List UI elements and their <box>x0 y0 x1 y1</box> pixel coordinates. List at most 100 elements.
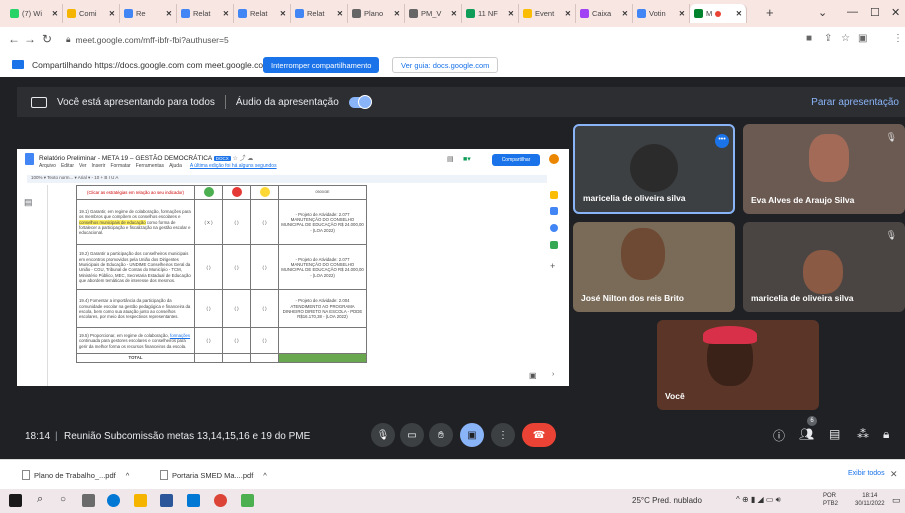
doc-menu-item[interactable]: Ver <box>79 163 87 169</box>
leave-call-button[interactable]: ☎︎ <box>522 423 556 447</box>
keep-icon[interactable] <box>550 191 558 199</box>
collapse-panel-icon[interactable]: › <box>552 371 554 378</box>
activities-icon[interactable]: ⁂ <box>857 427 869 441</box>
last-edit-link[interactable]: A última edição foi há alguns segundos <box>190 163 277 169</box>
add-addon-icon[interactable]: + <box>550 261 555 271</box>
reload-icon[interactable]: ↻ <box>42 32 52 46</box>
share-page-icon[interactable]: ⇪ <box>824 33 832 44</box>
download-item[interactable]: Portaria SMED Ma....pdf ^ <box>160 468 267 482</box>
close-tab-icon[interactable]: ✕ <box>736 9 742 18</box>
start-icon[interactable] <box>9 494 22 507</box>
url-field[interactable]: 🔒︎ meet.google.com/mff-ibfr-fbi?authuser… <box>66 31 229 48</box>
chat-icon[interactable]: ▤ <box>829 427 840 441</box>
doc-toolbar[interactable]: 100% ▾ Texto norm... ▾ Arial ▾ - 10 + B … <box>27 175 547 183</box>
task-view-icon[interactable]: ○ <box>60 494 66 505</box>
raise-hand-button[interactable]: ✋︎ <box>429 423 453 447</box>
maximize-button[interactable]: ☐ <box>870 6 880 19</box>
explore-icon[interactable]: ▣ <box>529 371 537 380</box>
mark-cell[interactable]: ( ) <box>222 327 251 355</box>
notifications-icon[interactable]: ▭ <box>892 495 901 506</box>
microphone-button[interactable]: 🎙︎ <box>371 423 395 447</box>
present-button[interactable]: ▣ <box>460 423 484 447</box>
back-icon[interactable]: ← <box>8 32 20 46</box>
mark-cell[interactable]: ( ) <box>250 199 279 246</box>
language-indicator[interactable]: POR PTB2 <box>823 492 838 508</box>
browser-tab[interactable]: Re ✕ <box>120 4 177 23</box>
mark-cell[interactable]: ( ) <box>250 289 279 329</box>
comments-icon[interactable]: ▤ <box>447 155 454 163</box>
close-tab-icon[interactable]: ✕ <box>223 9 229 18</box>
more-options-button[interactable]: ⋮ <box>491 423 515 447</box>
view-tab-button[interactable]: Ver guia: docs.google.com <box>392 57 499 73</box>
more-options-icon[interactable]: ••• <box>715 134 729 148</box>
mark-cell[interactable]: ( ) <box>250 244 279 291</box>
browser-tab[interactable]: Relat ✕ <box>177 4 234 23</box>
mark-cell[interactable]: ( ) <box>222 244 251 291</box>
system-tray-icons[interactable]: ^ ⊕ ▮ ◢ ▭ 🔊︎ <box>736 495 781 505</box>
participant-tile[interactable]: 🎙︎ Eva Alves de Araujo Silva <box>743 124 905 214</box>
link-text[interactable]: formações <box>170 333 190 338</box>
doc-menu-item[interactable]: Ajuda <box>169 163 182 169</box>
browser-tab[interactable]: Relat ✕ <box>234 4 291 23</box>
edge-icon[interactable] <box>107 494 120 507</box>
maps-icon[interactable] <box>550 241 558 249</box>
participant-tile[interactable]: José Nilton dos reis Brito <box>573 222 735 312</box>
forward-icon[interactable]: → <box>24 32 36 46</box>
mark-cell[interactable]: ( ) <box>222 199 251 246</box>
stop-presenting-button[interactable]: Parar apresentação <box>811 97 899 108</box>
tab-search-icon[interactable]: ⌄ <box>818 6 827 19</box>
new-tab-button[interactable]: + <box>766 5 774 20</box>
minimize-button[interactable]: — <box>847 6 858 18</box>
download-item[interactable]: Plano de Trabalho_...pdf ^ <box>22 468 129 482</box>
chrome-icon[interactable] <box>214 494 227 507</box>
show-all-downloads-link[interactable]: Exibir todos <box>848 470 885 477</box>
widgets-icon[interactable] <box>82 494 95 507</box>
browser-tab[interactable]: M ✕ <box>690 4 747 23</box>
mark-cell[interactable]: ( ) <box>194 327 223 355</box>
close-tab-icon[interactable]: ✕ <box>394 9 400 18</box>
close-downloads-icon[interactable]: ✕ <box>890 469 898 480</box>
camera-button[interactable]: ▭ <box>400 423 424 447</box>
menu-dots-icon[interactable]: ⋮ <box>893 33 903 44</box>
chevron-up-icon[interactable]: ^ <box>263 471 267 480</box>
app-icon[interactable] <box>241 494 254 507</box>
mark-cell[interactable]: ( ) <box>222 289 251 329</box>
self-view-tile[interactable]: Você <box>657 320 819 410</box>
mark-cell[interactable]: ( ) <box>194 289 223 329</box>
mail-icon[interactable] <box>187 494 200 507</box>
side-panel-icon[interactable]: ▣ <box>858 33 867 44</box>
doc-menu-item[interactable]: Formatar <box>110 163 130 169</box>
mark-cell[interactable]: ( ) <box>250 327 279 355</box>
store-icon[interactable] <box>160 494 173 507</box>
doc-share-button[interactable]: Compartilhar <box>492 154 540 166</box>
chevron-up-icon[interactable]: ^ <box>126 471 130 480</box>
star-icon[interactable]: ☆ ⤴ ☁ <box>233 156 254 162</box>
doc-menu-item[interactable]: Ferramentas <box>136 163 164 169</box>
close-tab-icon[interactable]: ✕ <box>52 9 58 18</box>
mark-cell[interactable]: ( ) <box>194 244 223 291</box>
participant-tile[interactable]: 🎙︎ maricelia de oliveira silva <box>743 222 905 312</box>
file-explorer-icon[interactable] <box>134 494 147 507</box>
presentation-audio-toggle[interactable] <box>348 94 372 109</box>
close-tab-icon[interactable]: ✕ <box>280 9 286 18</box>
meeting-details-icon[interactable]: ⓘ <box>773 427 785 444</box>
doc-user-avatar[interactable] <box>549 154 559 164</box>
browser-tab[interactable]: Plano ✕ <box>348 4 405 23</box>
people-icon[interactable]: 👥︎ <box>799 427 814 441</box>
weather-widget[interactable]: 25°C Pred. nublado <box>632 496 702 505</box>
browser-tab[interactable]: Votin ✕ <box>633 4 690 23</box>
browser-tab[interactable]: PM_V ✕ <box>405 4 462 23</box>
browser-tab[interactable]: Event ✕ <box>519 4 576 23</box>
close-tab-icon[interactable]: ✕ <box>109 9 115 18</box>
contacts-icon[interactable] <box>550 224 558 232</box>
close-tab-icon[interactable]: ✕ <box>622 9 628 18</box>
doc-outline-icon[interactable]: ▤ <box>24 197 33 208</box>
close-tab-icon[interactable]: ✕ <box>337 9 343 18</box>
camera-indicator-icon[interactable]: ■ <box>806 33 812 44</box>
close-tab-icon[interactable]: ✕ <box>166 9 172 18</box>
browser-tab[interactable]: (7) Wi ✕ <box>6 4 63 23</box>
system-clock[interactable]: 18:14 30/11/2022 <box>855 492 885 508</box>
browser-tab[interactable]: Relat ✕ <box>291 4 348 23</box>
tasks-icon[interactable] <box>550 207 558 215</box>
search-icon[interactable]: ⌕ <box>37 493 43 506</box>
